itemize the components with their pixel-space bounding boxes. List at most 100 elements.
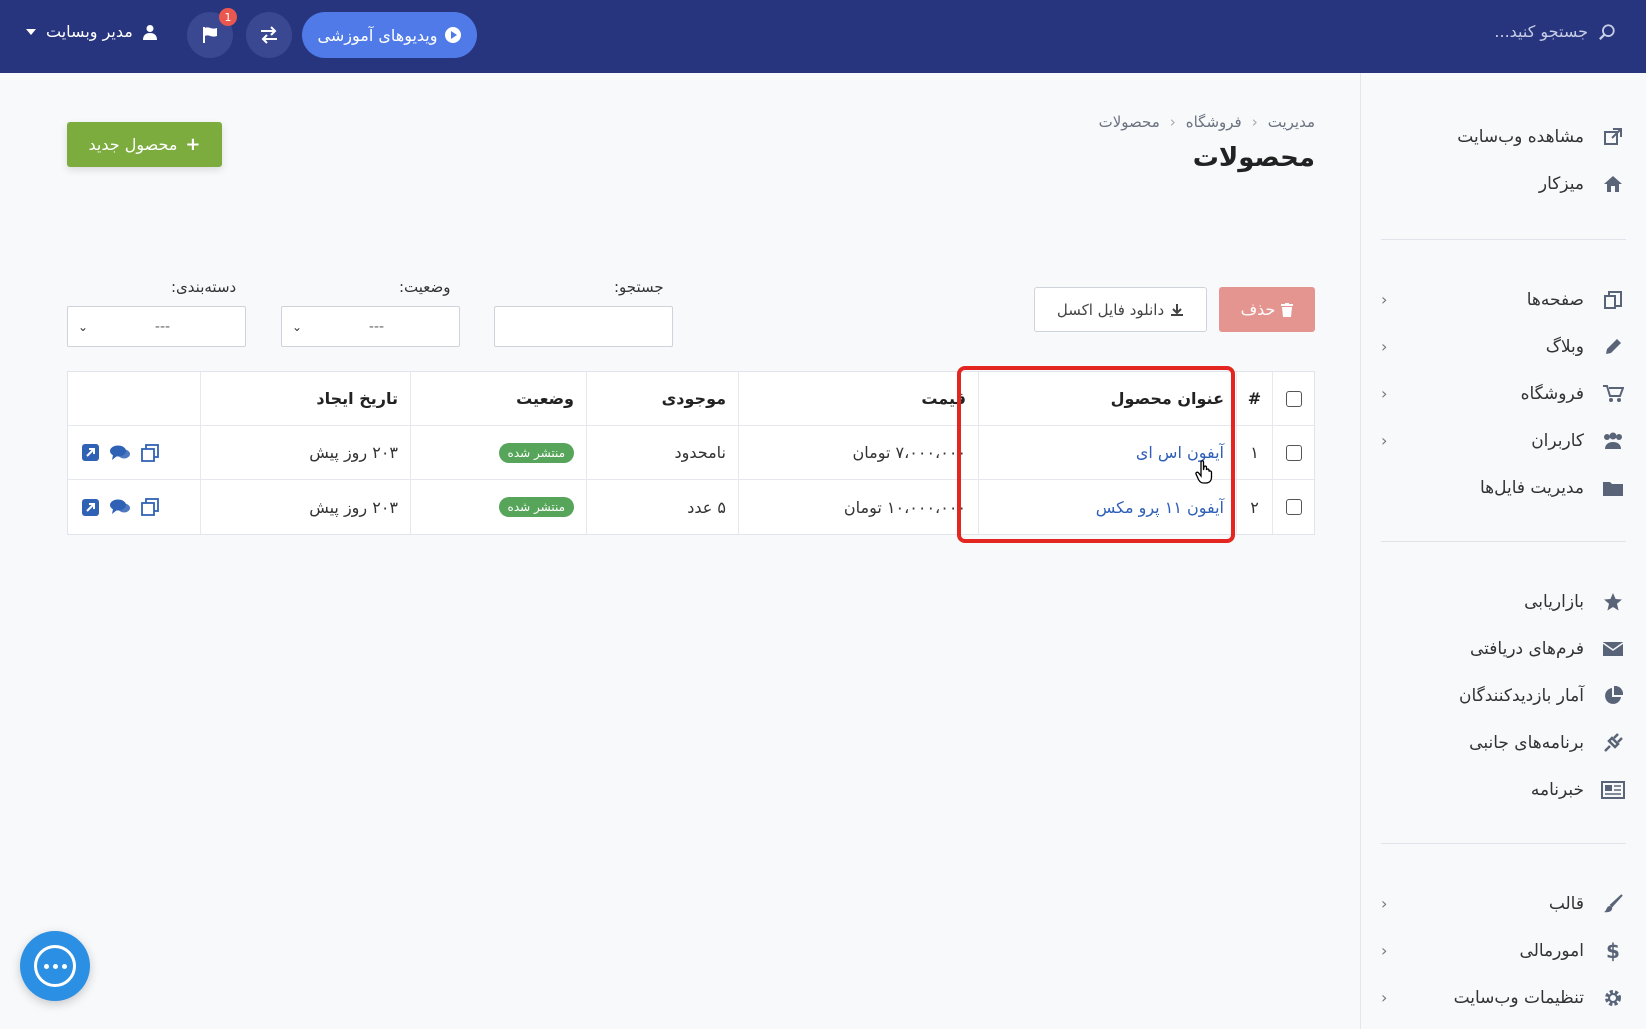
select-all-checkbox[interactable] — [1285, 390, 1302, 407]
chevron-left-icon: ‹ — [1381, 431, 1388, 450]
pie-chart-icon — [1600, 685, 1626, 707]
delete-button[interactable]: حذف — [1219, 287, 1315, 332]
status-filter-value: --- — [368, 318, 385, 335]
table-row: ۲ آیفون ۱۱ پرو مکس ۱۰،۰۰۰،۰۰۰ تومان ۵ عد… — [68, 480, 1314, 534]
sidebar-item-label: امورمالی — [1519, 940, 1584, 961]
header-status[interactable]: وضعیت — [410, 372, 586, 425]
sidebar-item-forms[interactable]: فرم‌های دریافتی — [1381, 625, 1626, 672]
sidebar-group-content: صفحه‌ها ‹ وبلاگ ‹ فروشگاه ‹ کاربران ‹ مد… — [1361, 254, 1646, 511]
new-product-button[interactable]: + محصول جدید — [67, 122, 222, 167]
row-checkbox[interactable] — [1285, 444, 1302, 461]
copy-icon[interactable] — [140, 497, 160, 517]
header-stock[interactable]: موجودی — [586, 372, 738, 425]
sidebar-item-label: تنظیمات وب‌سایت — [1453, 987, 1584, 1008]
global-search[interactable]: جستجو کنید... — [1494, 22, 1616, 41]
sidebar-item-file-manager[interactable]: مدیریت فایل‌ها — [1381, 464, 1626, 511]
row-select — [1272, 426, 1314, 479]
header-title[interactable]: عنوان محصول — [978, 372, 1236, 425]
sidebar-item-label: آمار بازدیدکنندگان — [1458, 685, 1584, 706]
chat-support-button[interactable] — [20, 931, 90, 1001]
chat-dot — [43, 963, 49, 969]
download-excel-button[interactable]: دانلود فایل اکسل — [1034, 287, 1207, 332]
row-select — [1272, 480, 1314, 534]
sidebar-item-users[interactable]: کاربران ‹ — [1381, 417, 1626, 464]
header-price[interactable]: قیمت — [738, 372, 978, 425]
row-date: ۲۰۳ روز پیش — [200, 480, 410, 534]
tutorial-videos-button[interactable]: ویدیوهای آموزشی — [302, 12, 477, 58]
row-price: ۷،۰۰۰،۰۰۰ تومان — [738, 426, 978, 479]
chevron-down-icon — [26, 28, 36, 35]
header-date[interactable]: تاریخ ایجاد — [200, 372, 410, 425]
status-filter-label: وضعیت: — [399, 278, 451, 296]
sidebar-item-newsletter[interactable]: خبرنامه — [1381, 766, 1626, 813]
envelope-icon — [1600, 638, 1626, 660]
sidebar-divider — [1381, 843, 1626, 844]
top-navbar: جستجو کنید... ویدیوهای آموزشی 1 مدیر وبس… — [0, 0, 1646, 73]
external-link-icon[interactable] — [80, 497, 100, 517]
row-actions — [68, 426, 200, 479]
trash-icon — [1281, 302, 1294, 317]
category-filter-select[interactable]: ⌄ --- — [67, 306, 246, 347]
star-icon — [1600, 591, 1626, 613]
search-filter-label: جستجو: — [614, 278, 664, 296]
category-filter-value: --- — [154, 318, 171, 335]
user-menu[interactable]: مدیر وبسایت — [26, 22, 157, 41]
exchange-icon — [261, 26, 277, 44]
chevron-left-icon: ‹ — [1381, 290, 1388, 309]
table-row: ۱ آیفون اس ای ۷،۰۰۰،۰۰۰ تومان نامحدود من… — [68, 426, 1314, 480]
row-num: ۲ — [1236, 480, 1272, 534]
sidebar-item-marketing[interactable]: بازاریابی — [1381, 578, 1626, 625]
status-badge: منتشر شده — [498, 442, 574, 463]
dollar-icon: $ — [1606, 938, 1620, 963]
sidebar-item-label: فرم‌های دریافتی — [1469, 638, 1584, 659]
sidebar-item-label: مدیریت فایل‌ها — [1479, 477, 1584, 498]
header-num: # — [1236, 372, 1272, 425]
sidebar-item-label: برنامه‌های جانبی — [1469, 732, 1584, 753]
category-filter-label: دسته‌بندی: — [171, 278, 237, 296]
breadcrumb-item-shop[interactable]: فروشگاه — [1186, 113, 1242, 131]
users-icon — [1600, 430, 1626, 452]
breadcrumb-item-admin[interactable]: مدیریت — [1268, 113, 1315, 131]
sidebar-item-website-settings[interactable]: تنظیمات وب‌سایت ‹ — [1381, 974, 1626, 1021]
sidebar-group-settings: قالب ‹ $ امورمالی ‹ تنظیمات وب‌سایت ‹ — [1361, 858, 1646, 1021]
sidebar-divider — [1381, 239, 1626, 240]
product-title-link[interactable]: آیفون ۱۱ پرو مکس — [1096, 498, 1224, 517]
sidebar-item-visitor-stats[interactable]: آمار بازدیدکنندگان — [1381, 672, 1626, 719]
sidebar-group-tools: بازاریابی فرم‌های دریافتی آمار بازدیدکنن… — [1361, 556, 1646, 813]
chevron-left-icon: ‹ — [1381, 988, 1388, 1007]
sidebar-item-blog[interactable]: وبلاگ ‹ — [1381, 323, 1626, 370]
download-excel-label: دانلود فایل اکسل — [1056, 300, 1165, 319]
sidebar-item-view-website[interactable]: مشاهده وب‌سایت — [1381, 113, 1626, 160]
breadcrumb-separator: ‹ — [1169, 113, 1176, 131]
sidebar-item-plugins[interactable]: برنامه‌های جانبی — [1381, 719, 1626, 766]
chevron-left-icon: ‹ — [1381, 337, 1388, 356]
sidebar-divider — [1381, 541, 1626, 542]
chat-dot — [52, 963, 58, 969]
switch-button[interactable] — [246, 12, 292, 58]
comments-icon[interactable] — [110, 497, 130, 517]
row-checkbox[interactable] — [1285, 499, 1302, 515]
external-link-icon[interactable] — [80, 443, 100, 463]
search-placeholder[interactable]: جستجو کنید... — [1494, 22, 1588, 41]
sidebar-item-label: خبرنامه — [1530, 779, 1584, 800]
sidebar-item-theme[interactable]: قالب ‹ — [1381, 880, 1626, 927]
notifications-button[interactable]: 1 — [187, 8, 237, 58]
comments-icon[interactable] — [110, 443, 130, 463]
row-title-cell: آیفون ۱۱ پرو مکس — [978, 480, 1236, 534]
row-status-cell: منتشر شده — [410, 480, 586, 534]
sidebar-item-shop[interactable]: فروشگاه ‹ — [1381, 370, 1626, 417]
cart-icon — [1600, 383, 1626, 405]
chevron-left-icon: ‹ — [1381, 941, 1388, 960]
sidebar-item-label: صفحه‌ها — [1526, 289, 1584, 310]
sidebar-item-label: قالب — [1548, 893, 1584, 914]
copy-icon[interactable] — [140, 443, 160, 463]
status-filter-select[interactable]: ⌄ --- — [281, 306, 460, 347]
search-filter-input[interactable] — [494, 306, 673, 347]
row-price: ۱۰،۰۰۰،۰۰۰ تومان — [738, 480, 978, 534]
breadcrumb-item-products: محصولات — [1098, 113, 1160, 131]
sidebar-item-finance[interactable]: $ امورمالی ‹ — [1381, 927, 1626, 974]
user-name: مدیر وبسایت — [46, 22, 133, 41]
sidebar-item-dashboard[interactable]: میزکار — [1381, 160, 1626, 207]
breadcrumb: مدیریت ‹ فروشگاه ‹ محصولات — [1099, 113, 1315, 131]
sidebar-item-pages[interactable]: صفحه‌ها ‹ — [1381, 276, 1626, 323]
